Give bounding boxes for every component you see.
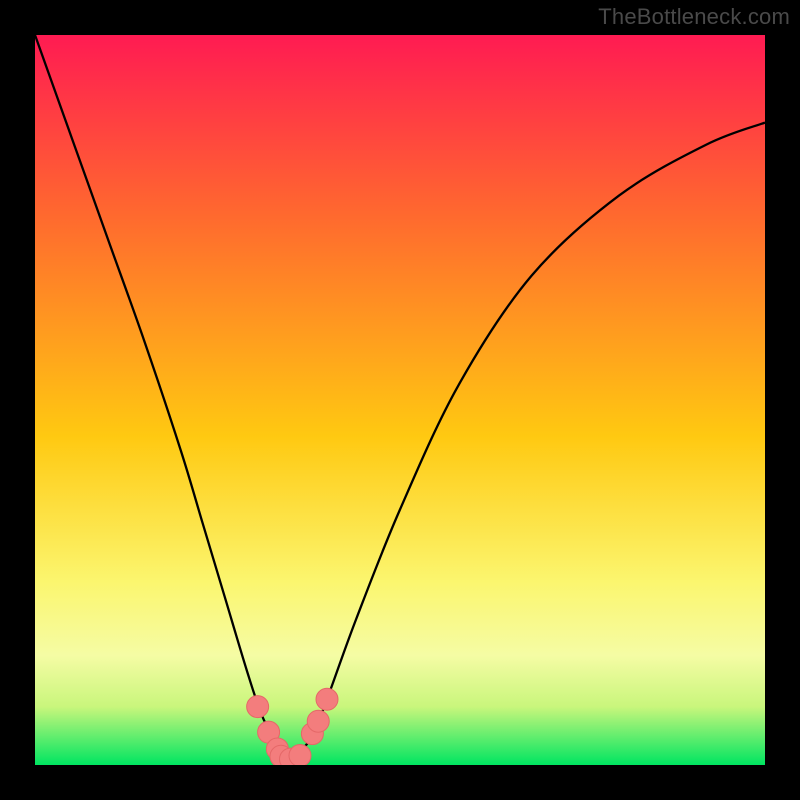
attribution-text: TheBottleneck.com xyxy=(598,4,790,30)
marker-point xyxy=(247,696,269,718)
marker-point xyxy=(316,688,338,710)
chart-background xyxy=(35,35,765,765)
marker-point xyxy=(289,745,311,765)
marker-point xyxy=(307,710,329,732)
bottleneck-chart xyxy=(35,35,765,765)
chart-svg xyxy=(35,35,765,765)
